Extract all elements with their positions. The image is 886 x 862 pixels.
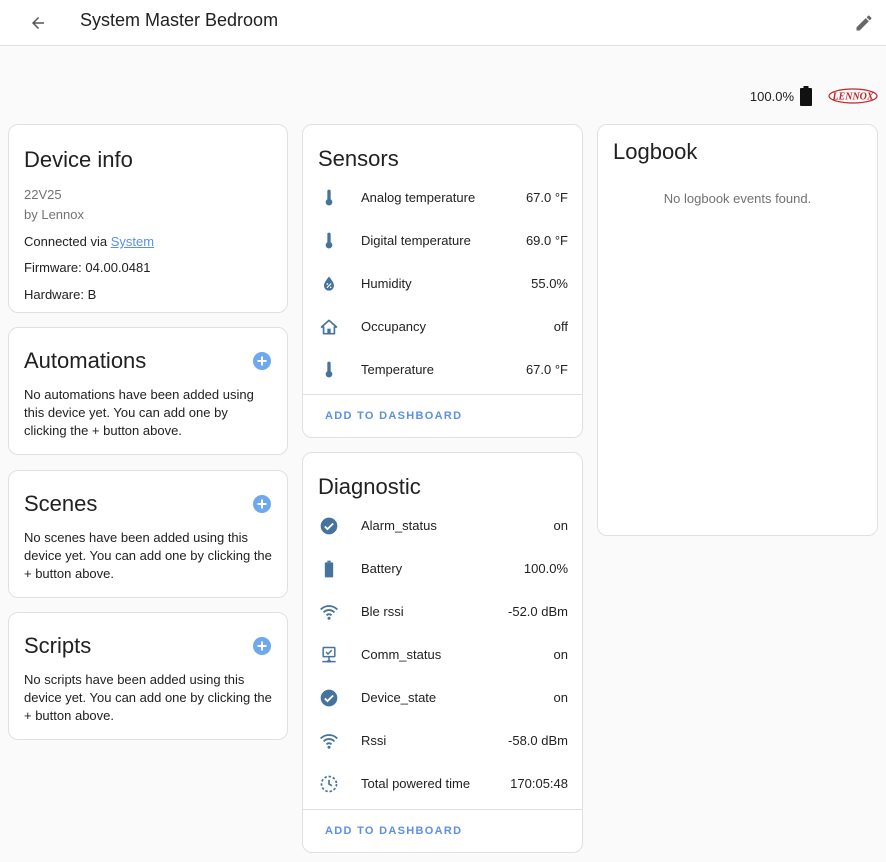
device-model: 22V25 xyxy=(24,187,62,202)
diagnostic-row-ble-rssi[interactable]: Ble rssi -52.0 dBm xyxy=(303,590,582,633)
sensor-value: 67.0 °F xyxy=(525,362,568,377)
diagnostic-name: Ble rssi xyxy=(361,604,404,619)
clock-time-icon xyxy=(317,772,341,796)
diagnostic-footer: ADD TO DASHBOARD xyxy=(303,809,582,852)
thermometer-icon xyxy=(317,229,341,253)
sensor-row-occupancy[interactable]: Occupancy off xyxy=(303,305,582,348)
device-firmware: Firmware: 04.00.0481 xyxy=(24,260,151,275)
diagnostic-value: -52.0 dBm xyxy=(508,604,568,619)
pencil-icon xyxy=(856,15,872,31)
add-automation-icon[interactable] xyxy=(252,351,272,371)
battery-icon xyxy=(317,557,341,581)
svg-text:LENNOX: LENNOX xyxy=(831,92,873,103)
lan-connect-icon xyxy=(317,643,341,667)
sensor-value: 69.0 °F xyxy=(525,233,568,248)
edit-button[interactable] xyxy=(850,9,878,37)
wifi-icon xyxy=(317,600,341,624)
diagnostic-row-alarm-status[interactable]: Alarm_status on xyxy=(303,504,582,547)
sensors-list: Analog temperature 67.0 °F Digital tempe… xyxy=(303,176,582,391)
diagnostic-name: Alarm_status xyxy=(361,518,437,533)
automations-title: Automations xyxy=(24,348,147,373)
diagnostic-list: Alarm_status on Battery 100.0% Ble rssi … xyxy=(303,504,582,805)
diagnostic-value: on xyxy=(553,647,568,662)
arrow-left-icon xyxy=(32,17,44,29)
water-percent-icon xyxy=(317,272,341,296)
battery-icon xyxy=(800,86,812,106)
scripts-title: Scripts xyxy=(24,633,92,658)
sensor-value: 55.0% xyxy=(531,276,568,291)
sensors-title: Sensors xyxy=(318,146,399,171)
diagnostic-name: Device_state xyxy=(361,690,437,705)
diagnostic-row-rssi[interactable]: Rssi -58.0 dBm xyxy=(303,719,582,762)
diagnostic-value: on xyxy=(553,518,568,533)
diagnostic-title: Diagnostic xyxy=(318,474,421,499)
sensor-name: Digital temperature xyxy=(361,233,471,248)
device-info-title: Device info xyxy=(24,147,133,172)
add-scene-icon[interactable] xyxy=(252,494,272,514)
sensor-name: Temperature xyxy=(361,362,434,377)
wifi-icon xyxy=(317,729,341,753)
sensor-row-digital-temperature[interactable]: Digital temperature 69.0 °F xyxy=(303,219,582,262)
home-outline-icon xyxy=(317,315,341,339)
device-hardware: Hardware: B xyxy=(24,287,97,302)
device-battery-status: 100.0% xyxy=(750,86,812,106)
diagnostic-value: 170:05:48 xyxy=(510,776,568,791)
diagnostic-value: 100.0% xyxy=(523,561,568,576)
sensor-value: off xyxy=(553,319,568,334)
diagnostic-value: on xyxy=(553,690,568,705)
scenes-empty-text: No scenes have been added using this dev… xyxy=(24,530,272,581)
sensors-footer: ADD TO DASHBOARD xyxy=(303,394,582,437)
top-app-bar: System Master Bedroom xyxy=(0,0,886,46)
page-title: System Master Bedroom xyxy=(80,10,279,30)
scripts-card: Scripts No scripts have been added using… xyxy=(8,612,288,740)
diagnostic-row-battery[interactable]: Battery 100.0% xyxy=(303,547,582,590)
diagnostic-add-to-dashboard-button[interactable]: ADD TO DASHBOARD xyxy=(325,825,462,837)
automations-empty-text: No automations have been added using thi… xyxy=(24,387,254,438)
diagnostic-name: Comm_status xyxy=(361,647,442,662)
sensor-name: Analog temperature xyxy=(361,190,476,205)
thermometer-icon xyxy=(317,358,341,382)
diagnostic-row-comm-status[interactable]: Comm_status on xyxy=(303,633,582,676)
diagnostic-name: Battery xyxy=(361,561,403,576)
lennox-logo: LENNOX xyxy=(828,88,878,104)
sensor-value: 67.0 °F xyxy=(525,190,568,205)
diagnostic-value: -58.0 dBm xyxy=(508,733,568,748)
logbook-card: Logbook No logbook events found. xyxy=(597,124,878,536)
battery-level-text: 100.0% xyxy=(749,88,794,104)
diagnostic-row-total-powered-time[interactable]: Total powered time 170:05:48 xyxy=(303,762,582,805)
sensor-row-humidity[interactable]: Humidity 55.0% xyxy=(303,262,582,305)
scenes-card: Scenes No scenes have been added using t… xyxy=(8,470,288,598)
thermometer-icon xyxy=(317,186,341,210)
sensors-add-to-dashboard-button[interactable]: ADD TO DASHBOARD xyxy=(325,410,462,422)
sensors-card: Sensors Analog temperature 67.0 °F Digit… xyxy=(302,124,583,438)
connected-via-label: Connected via xyxy=(24,234,111,249)
sensor-row-temperature[interactable]: Temperature 67.0 °F xyxy=(303,348,582,391)
scenes-title: Scenes xyxy=(24,491,98,516)
diagnostic-card: Diagnostic Alarm_status on Battery 100.0… xyxy=(302,452,583,853)
logbook-title: Logbook xyxy=(613,139,698,164)
diagnostic-row-device-state[interactable]: Device_state on xyxy=(303,676,582,719)
diagnostic-name: Rssi xyxy=(361,733,387,748)
back-button[interactable] xyxy=(24,9,52,37)
connected-via-link[interactable]: System xyxy=(111,234,154,249)
check-circle-icon xyxy=(317,514,341,538)
automations-card: Automations No automations have been add… xyxy=(8,327,288,455)
diagnostic-name: Total powered time xyxy=(361,776,471,791)
sensor-row-analog-temperature[interactable]: Analog temperature 67.0 °F xyxy=(303,176,582,219)
device-manufacturer: by Lennox xyxy=(24,207,84,222)
add-script-icon[interactable] xyxy=(252,636,272,656)
device-connected-via: Connected via System xyxy=(24,234,272,249)
device-info-card: Device info 22V25 by Lennox Connected vi… xyxy=(8,124,288,313)
scripts-empty-text: No scripts have been added using this de… xyxy=(24,672,272,723)
logbook-empty-text: No logbook events found. xyxy=(663,191,812,206)
sensor-name: Occupancy xyxy=(361,319,427,334)
check-circle-icon xyxy=(317,686,341,710)
sensor-name: Humidity xyxy=(361,276,412,291)
